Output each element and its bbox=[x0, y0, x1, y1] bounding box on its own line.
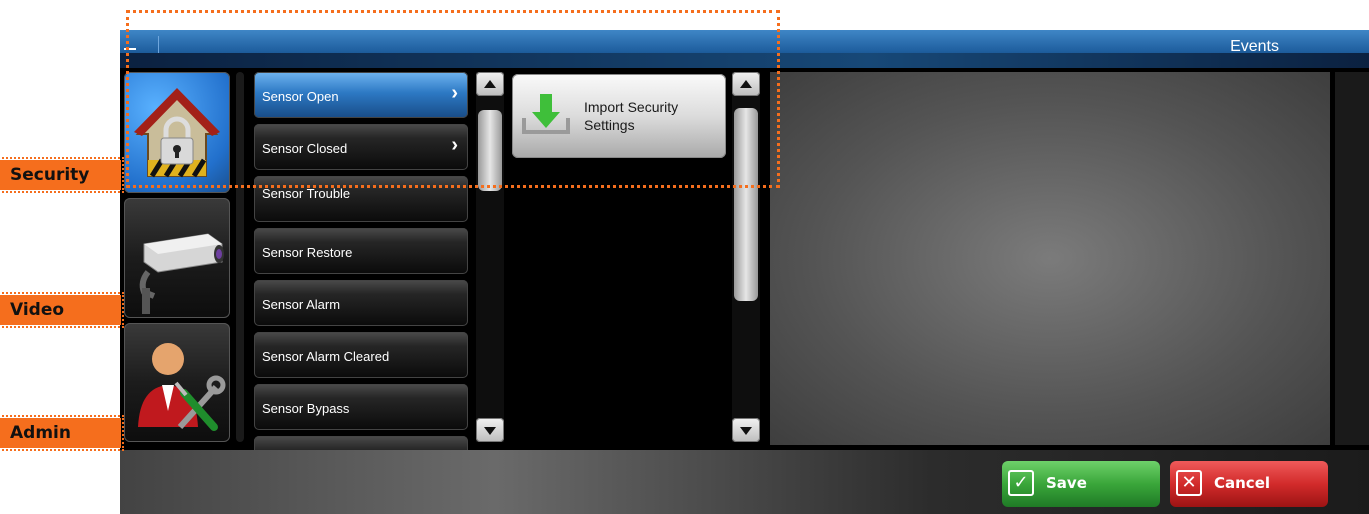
save-label: Save bbox=[1046, 474, 1087, 492]
list-item-label: Sensor Restore bbox=[262, 245, 353, 260]
annotation-admin: Admin bbox=[0, 415, 124, 451]
list-item-sensor-bypass[interactable]: Sensor Bypass bbox=[254, 384, 468, 430]
tab-admin[interactable] bbox=[124, 323, 230, 442]
list-item-sensor-alarm-cleared[interactable]: Sensor Alarm Cleared bbox=[254, 332, 468, 378]
close-icon: ✕ bbox=[1176, 470, 1202, 496]
list-item-sensor-restore[interactable]: Sensor Restore bbox=[254, 228, 468, 274]
scroll-down-arrow-icon[interactable] bbox=[476, 418, 504, 442]
highlight-box bbox=[126, 10, 780, 188]
annotation-security: Security bbox=[0, 157, 124, 193]
list-item-label: Sensor Bypass bbox=[262, 401, 350, 416]
list-item-sensor-alarm[interactable]: Sensor Alarm bbox=[254, 280, 468, 326]
annotation-video: Video bbox=[0, 292, 124, 328]
cancel-label: Cancel bbox=[1214, 474, 1271, 492]
list-item-label: Sensor Alarm bbox=[262, 297, 341, 312]
detail-pane bbox=[770, 72, 1330, 445]
security-camera-icon bbox=[139, 233, 224, 314]
list-item-label: Sensor Trouble bbox=[262, 186, 351, 201]
list-item-label: Sensor Alarm Cleared bbox=[262, 349, 390, 364]
right-strip bbox=[1335, 72, 1369, 445]
footer-bar: ✓ Save ✕ Cancel bbox=[120, 450, 1369, 514]
checkmark-icon: ✓ bbox=[1008, 470, 1034, 496]
cancel-button[interactable]: ✕ Cancel bbox=[1170, 461, 1328, 507]
tab-video[interactable] bbox=[124, 198, 230, 318]
save-button[interactable]: ✓ Save bbox=[1002, 461, 1160, 507]
scroll-down-arrow-icon[interactable] bbox=[732, 418, 760, 442]
admin-tools-icon bbox=[138, 343, 226, 431]
